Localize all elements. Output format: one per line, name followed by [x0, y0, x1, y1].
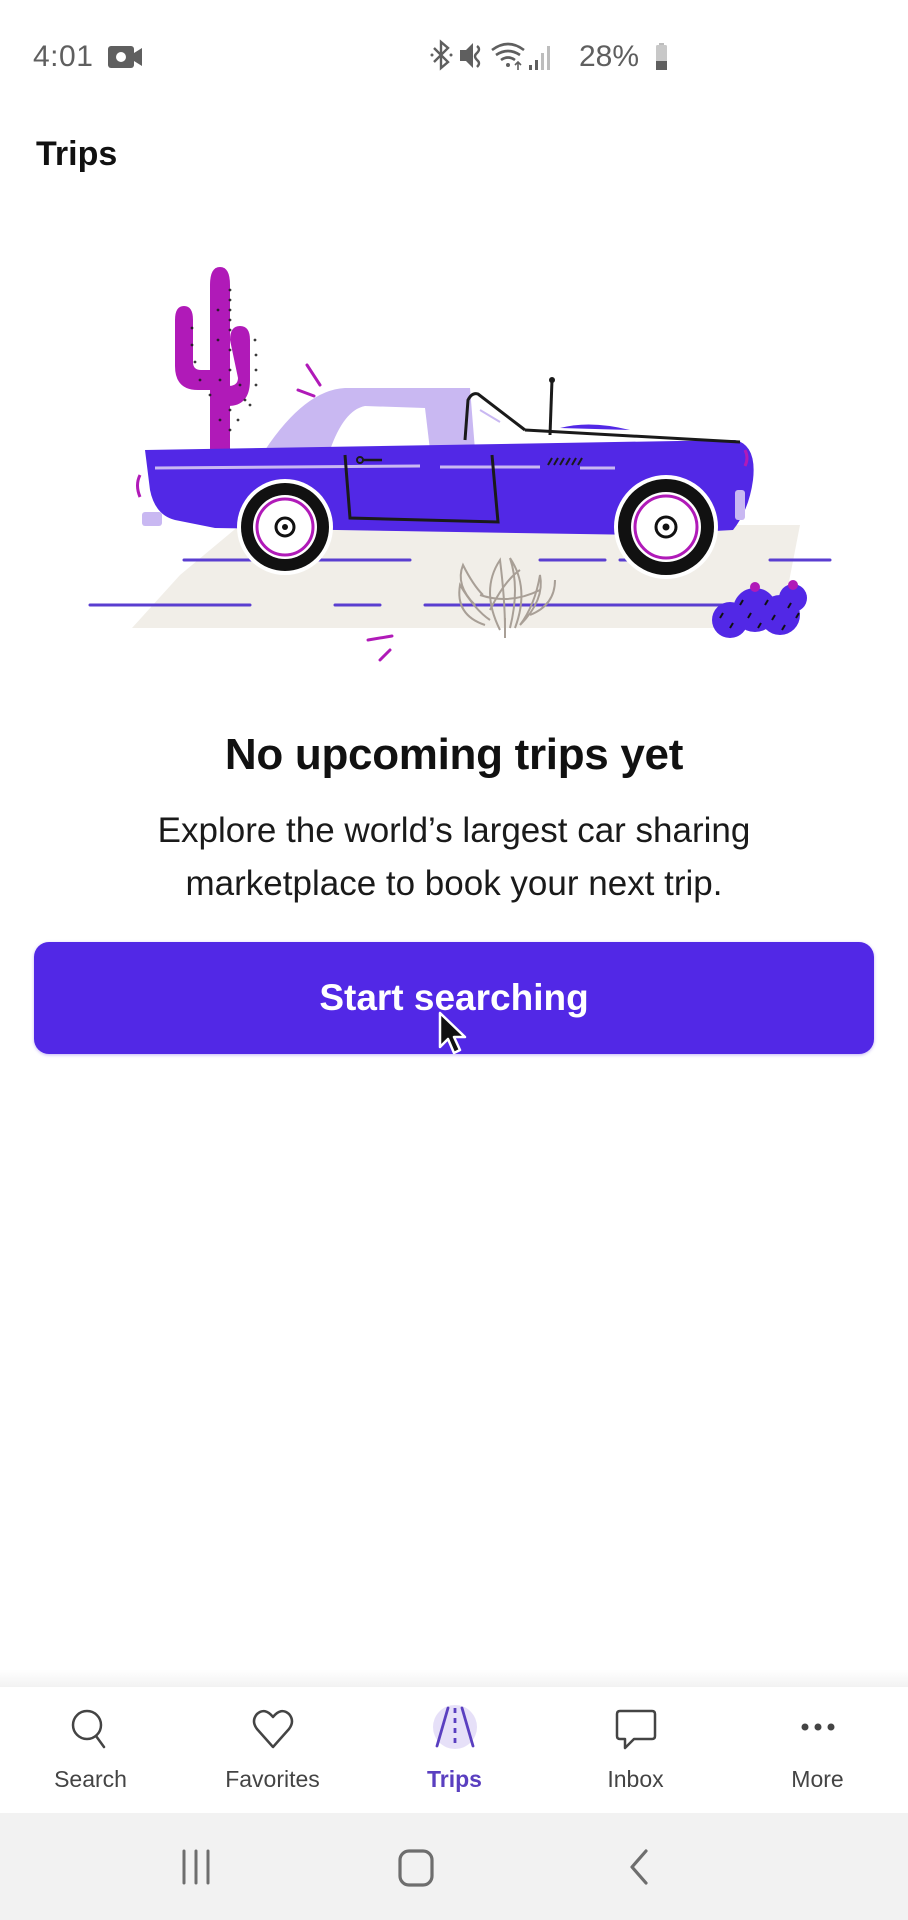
heart-icon: [252, 1709, 293, 1749]
nav-label-favorites: Favorites: [225, 1766, 320, 1792]
back-icon[interactable]: [608, 1843, 668, 1893]
status-time: 4:01: [33, 40, 94, 73]
nav-tab-inbox[interactable]: Inbox: [545, 1687, 726, 1813]
bottom-nav-divider: [0, 1670, 908, 1687]
nav-tab-favorites[interactable]: Favorites: [182, 1687, 363, 1813]
signal-icon: [529, 46, 550, 70]
convertible-car-desert-illustration: [88, 267, 832, 662]
saguaro-cactus-icon: [175, 267, 258, 455]
empty-state-description: Explore the world’s largest car sharing …: [157, 811, 751, 903]
page-title: Trips: [36, 135, 118, 173]
mute-icon: [460, 43, 481, 68]
nav-label-inbox: Inbox: [607, 1766, 664, 1792]
battery-icon: [656, 43, 667, 70]
nav-label-search: Search: [54, 1766, 127, 1792]
home-icon[interactable]: [386, 1843, 446, 1893]
system-navigation-bar: [0, 1813, 908, 1920]
rear-wheel-icon: [237, 479, 333, 575]
chat-bubble-icon: [615, 1709, 656, 1750]
more-dots-icon: [801, 1723, 834, 1731]
nav-label-more: More: [791, 1766, 844, 1792]
bottom-nav: Search Favorites Trips Inbox More: [0, 1687, 908, 1813]
front-wheel-icon: [614, 475, 718, 579]
video-record-icon: [108, 46, 142, 68]
nav-tab-more[interactable]: More: [727, 1687, 908, 1813]
nav-tab-trips[interactable]: Trips: [364, 1687, 545, 1813]
wifi-icon: [491, 42, 525, 70]
search-icon: [71, 1709, 105, 1749]
nav-label-trips: Trips: [427, 1766, 482, 1792]
recents-icon[interactable]: [166, 1843, 226, 1893]
road-icon: [432, 1705, 477, 1749]
bluetooth-icon: [430, 39, 453, 71]
mouse-cursor-icon: [438, 1011, 467, 1055]
empty-state-heading: No upcoming trips yet: [224, 730, 684, 779]
battery-percent: 28%: [579, 40, 640, 73]
nav-tab-search[interactable]: Search: [0, 1687, 181, 1813]
